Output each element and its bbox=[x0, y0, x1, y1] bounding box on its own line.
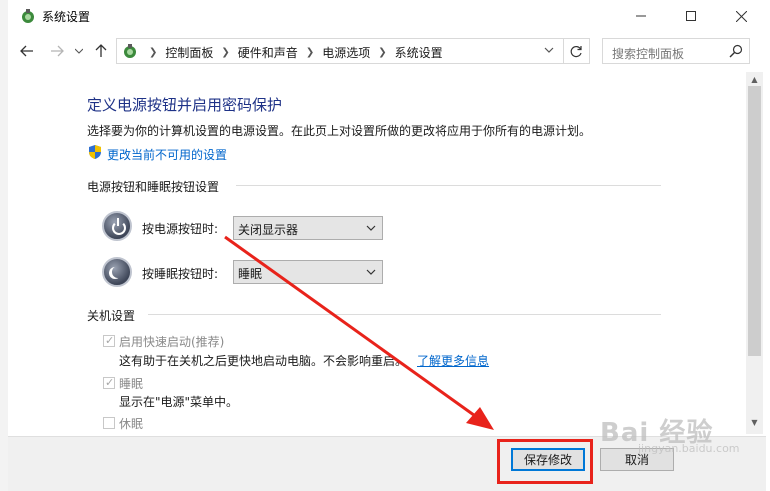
annotation-highlight-box bbox=[497, 439, 593, 484]
watermark-subtext: jingyan.baidu.com bbox=[638, 442, 740, 455]
watermark: Bai 经验 jingyan.baidu.com bbox=[600, 412, 740, 455]
